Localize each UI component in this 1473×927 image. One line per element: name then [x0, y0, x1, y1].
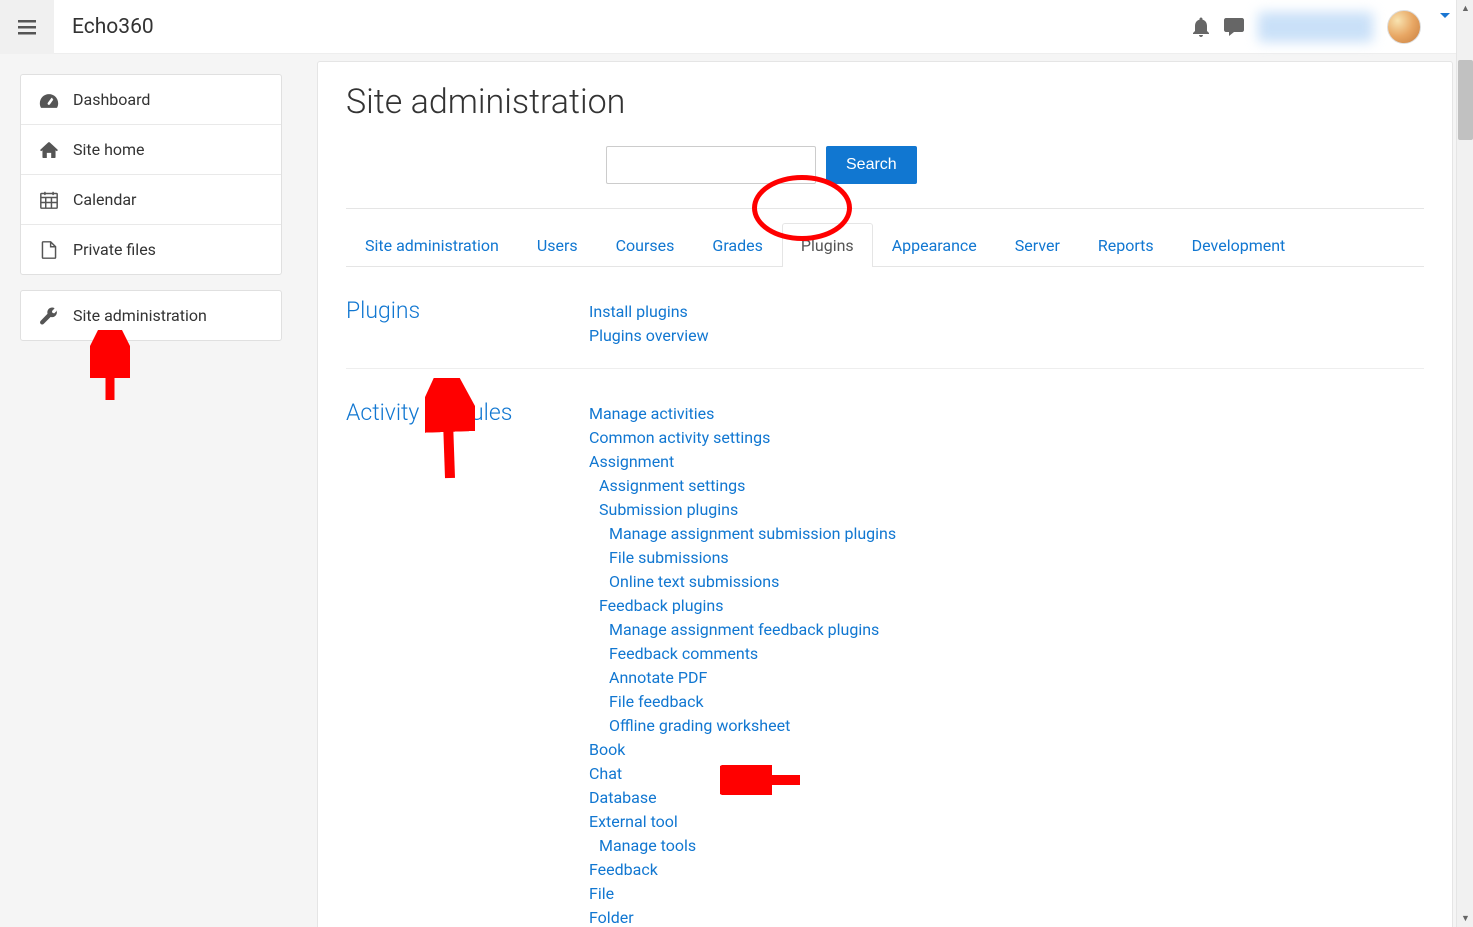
- sidebar-item-label: Calendar: [73, 190, 136, 209]
- sidebar-item-dashboard[interactable]: Dashboard: [21, 75, 281, 125]
- link-folder[interactable]: Folder: [589, 906, 896, 927]
- link-assignment[interactable]: Assignment: [589, 450, 896, 474]
- link-offline-grading-worksheet[interactable]: Offline grading worksheet: [589, 714, 896, 738]
- wrench-icon: [39, 307, 59, 325]
- sidebar-item-private-files[interactable]: Private files: [21, 225, 281, 274]
- link-book[interactable]: Book: [589, 738, 896, 762]
- link-install-plugins[interactable]: Install plugins: [589, 300, 709, 324]
- divider: [346, 208, 1424, 209]
- sidebar-item-label: Site administration: [73, 306, 207, 325]
- section-activity-modules: Activity modules Manage activities Commo…: [346, 369, 1424, 927]
- search-button[interactable]: Search: [826, 146, 917, 184]
- tab-server[interactable]: Server: [996, 223, 1079, 267]
- sidebar-item-label: Private files: [73, 240, 156, 259]
- link-manage-activities[interactable]: Manage activities: [589, 402, 896, 426]
- topbar: Echo360: [0, 0, 1473, 54]
- chat-icon[interactable]: [1224, 18, 1244, 36]
- link-file[interactable]: File: [589, 882, 896, 906]
- link-plugins-overview[interactable]: Plugins overview: [589, 324, 709, 348]
- sidebar-group-admin: Site administration: [20, 290, 282, 341]
- link-feedback[interactable]: Feedback: [589, 858, 896, 882]
- user-menu-dropdown[interactable]: [1435, 18, 1458, 36]
- link-chat[interactable]: Chat: [589, 762, 896, 786]
- main-content: Site administration Search Site administ…: [302, 54, 1473, 927]
- link-database[interactable]: Database: [589, 786, 896, 810]
- tab-site-administration[interactable]: Site administration: [346, 223, 518, 267]
- calendar-icon: [39, 191, 59, 209]
- sidebar-item-site-administration[interactable]: Site administration: [21, 291, 281, 340]
- link-external-tool[interactable]: External tool: [589, 810, 896, 834]
- tachometer-icon: [39, 92, 59, 108]
- section-links-activity-modules: Manage activities Common activity settin…: [589, 399, 896, 927]
- page-title: Site administration: [346, 82, 1424, 122]
- menu-icon: [18, 19, 36, 35]
- link-manage-assignment-feedback-plugins[interactable]: Manage assignment feedback plugins: [589, 618, 896, 642]
- section-plugins: Plugins Install plugins Plugins overview: [346, 267, 1424, 369]
- admin-tabs: Site administration Users Courses Grades…: [346, 217, 1424, 267]
- notifications-icon[interactable]: [1192, 17, 1210, 37]
- section-heading-plugins: Plugins: [346, 297, 589, 348]
- tab-users[interactable]: Users: [518, 223, 597, 267]
- link-manage-tools[interactable]: Manage tools: [589, 834, 896, 858]
- link-file-feedback[interactable]: File feedback: [589, 690, 896, 714]
- sidebar-item-site-home[interactable]: Site home: [21, 125, 281, 175]
- scroll-down-arrow[interactable]: ▼: [1457, 910, 1473, 927]
- sidebar-item-label: Dashboard: [73, 90, 150, 109]
- tab-development[interactable]: Development: [1173, 223, 1305, 267]
- username-blurred: [1258, 12, 1373, 42]
- link-manage-assignment-submission-plugins[interactable]: Manage assignment submission plugins: [589, 522, 896, 546]
- link-online-text-submissions[interactable]: Online text submissions: [589, 570, 896, 594]
- link-feedback-comments[interactable]: Feedback comments: [589, 642, 896, 666]
- tab-appearance[interactable]: Appearance: [873, 223, 996, 267]
- section-heading-activity-modules: Activity modules: [346, 399, 589, 927]
- hamburger-menu-button[interactable]: [0, 0, 54, 54]
- file-icon: [39, 241, 59, 259]
- brand-name[interactable]: Echo360: [72, 15, 154, 39]
- link-assignment-settings[interactable]: Assignment settings: [589, 474, 896, 498]
- home-icon: [39, 142, 59, 158]
- sidebar-item-label: Site home: [73, 140, 145, 159]
- link-feedback-plugins[interactable]: Feedback plugins: [589, 594, 896, 618]
- link-submission-plugins[interactable]: Submission plugins: [589, 498, 896, 522]
- scroll-up-arrow[interactable]: ▲: [1457, 0, 1473, 17]
- caret-down-icon: [1440, 13, 1450, 36]
- sidebar-group-main: Dashboard Site home Calendar: [20, 74, 282, 275]
- content-card: Site administration Search Site administ…: [317, 61, 1453, 927]
- sidebar-item-calendar[interactable]: Calendar: [21, 175, 281, 225]
- tab-courses[interactable]: Courses: [597, 223, 694, 267]
- section-links-plugins: Install plugins Plugins overview: [589, 297, 709, 348]
- tab-reports[interactable]: Reports: [1079, 223, 1173, 267]
- browser-scrollbar[interactable]: ▲ ▼: [1456, 0, 1473, 927]
- sidebar: Dashboard Site home Calendar: [0, 54, 302, 927]
- scroll-thumb[interactable]: [1458, 60, 1473, 140]
- link-file-submissions[interactable]: File submissions: [589, 546, 896, 570]
- link-annotate-pdf[interactable]: Annotate PDF: [589, 666, 896, 690]
- link-common-activity-settings[interactable]: Common activity settings: [589, 426, 896, 450]
- annotation-circle-plugins: [752, 175, 852, 241]
- avatar[interactable]: [1387, 10, 1421, 44]
- search-form: Search: [346, 146, 1424, 184]
